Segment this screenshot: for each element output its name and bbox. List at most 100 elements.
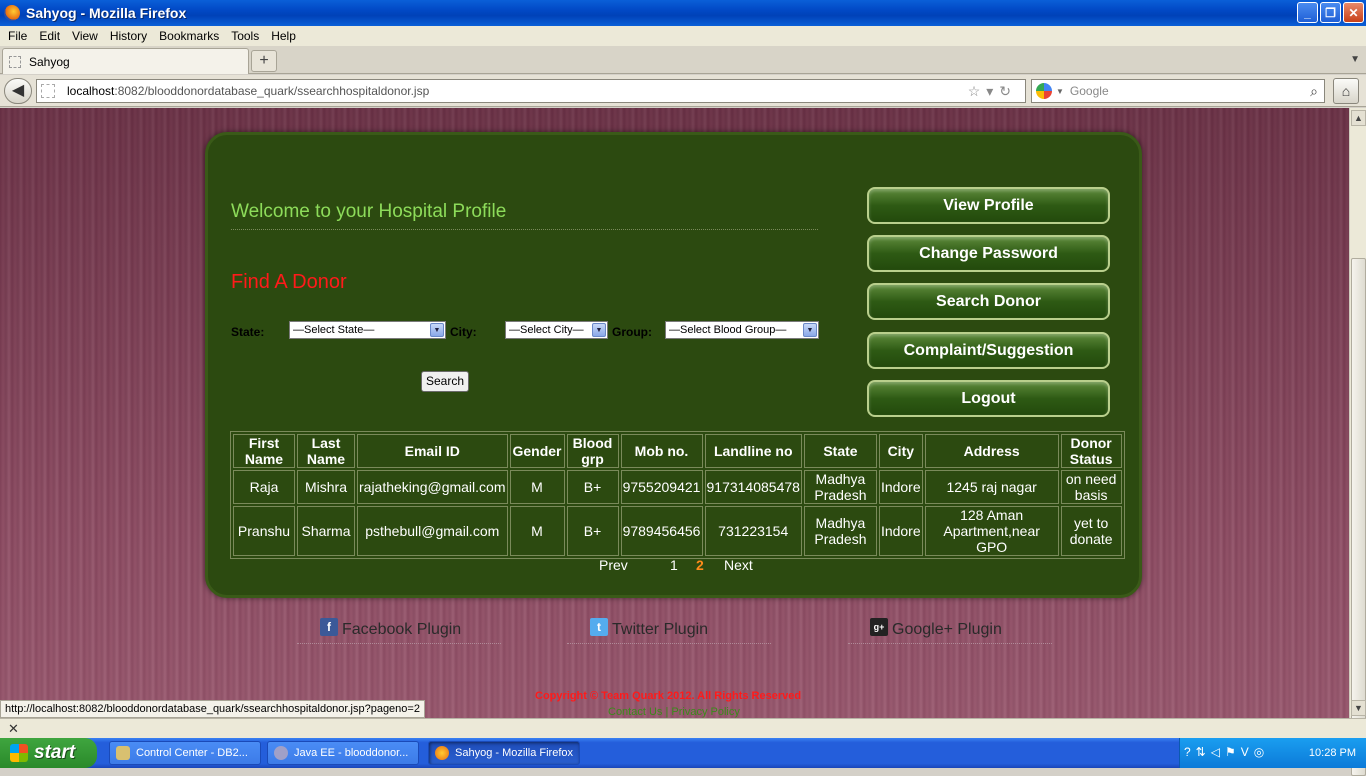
complaint-suggestion-button[interactable]: Complaint/Suggestion	[867, 332, 1110, 369]
search-bar[interactable]: ▼ Google ⌕	[1031, 79, 1325, 103]
blood-group-select[interactable]: —Select Blood Group— ▼	[665, 321, 819, 339]
page-favicon-icon	[9, 55, 21, 68]
start-button[interactable]: start	[0, 738, 97, 768]
twitter-plugin-link[interactable]: t Twitter Plugin	[567, 618, 771, 644]
menu-file[interactable]: File	[2, 29, 33, 43]
cell-address: 128 Aman Apartment,near GPO	[924, 506, 1059, 556]
menu-help[interactable]: Help	[265, 29, 302, 43]
google-engine-icon[interactable]	[1036, 83, 1052, 99]
status-link-preview: http://localhost:8082/blooddonordatabase…	[0, 700, 425, 718]
windows-taskbar: start Control Center - DB2... Java EE - …	[0, 738, 1366, 768]
restore-button[interactable]: ❐	[1320, 2, 1341, 23]
scroll-down-icon[interactable]: ▼	[1351, 700, 1366, 716]
minimize-button[interactable]: _	[1297, 2, 1318, 23]
chevron-down-icon[interactable]: ▼	[592, 323, 606, 337]
col-blood-group: Blood grp	[566, 434, 619, 468]
page-2-current: 2	[696, 557, 704, 573]
prev-link[interactable]: Prev	[599, 557, 628, 573]
scrollbar-thumb[interactable]	[1351, 258, 1366, 776]
chevron-down-icon[interactable]: ▼	[430, 323, 444, 337]
search-donor-button[interactable]: Search Donor	[867, 283, 1110, 320]
close-addon-bar-icon[interactable]: ✕	[8, 721, 19, 737]
menu-edit[interactable]: Edit	[33, 29, 66, 43]
search-button[interactable]: Search	[421, 371, 469, 392]
page-1-link[interactable]: 1	[670, 557, 678, 573]
bookmark-star-icon[interactable]: ☆▾↻	[968, 83, 1017, 100]
cell-state: Madhya Pradesh	[803, 506, 877, 556]
window-titlebar: Sahyog - Mozilla Firefox _ ❐ ✕	[0, 0, 1366, 26]
back-button[interactable]: ◀	[4, 78, 32, 104]
site-identity-icon[interactable]	[41, 84, 55, 98]
view-profile-button[interactable]: View Profile	[867, 187, 1110, 224]
col-city: City	[878, 434, 923, 468]
page-content: Welcome to your Hospital Profile Find A …	[0, 108, 1349, 718]
next-link[interactable]: Next	[724, 557, 753, 573]
change-password-button[interactable]: Change Password	[867, 235, 1110, 272]
taskbar-item-label: Sahyog - Mozilla Firefox	[455, 747, 573, 759]
state-select[interactable]: —Select State— ▼	[289, 321, 446, 339]
cell-email: psthebull@gmail.com	[357, 506, 508, 556]
cell-landline: 917314085478	[704, 470, 802, 504]
cell-donor-status: yet to donate	[1060, 506, 1122, 556]
cell-state: Madhya Pradesh	[803, 470, 877, 504]
cell-last-name: Sharma	[297, 506, 355, 556]
taskbar-item-label: Java EE - blooddonor...	[294, 747, 409, 759]
col-donor-status: Donor Status	[1060, 434, 1122, 468]
col-mobile: Mob no.	[620, 434, 703, 468]
taskbar-item-java-ee[interactable]: Java EE - blooddonor...	[267, 741, 419, 765]
vertical-scrollbar[interactable]: ▲ ▼	[1349, 108, 1366, 776]
tray-icons[interactable]: ?⇅◁⚑V◎	[1184, 745, 1269, 759]
navigation-toolbar: ◀ localhost:8082/blooddonordatabase_quar…	[0, 75, 1366, 107]
addon-bar: ✕	[0, 718, 1366, 738]
facebook-plugin-link[interactable]: f Facebook Plugin	[297, 618, 501, 644]
url-bar[interactable]: localhost:8082/blooddonordatabase_quark/…	[36, 79, 1026, 103]
menu-history[interactable]: History	[104, 29, 153, 43]
state-label: State:	[231, 325, 265, 339]
taskbar-item-control-center[interactable]: Control Center - DB2...	[109, 741, 261, 765]
city-select[interactable]: —Select City— ▼	[505, 321, 608, 339]
cell-city: Indore	[878, 470, 923, 504]
welcome-divider	[231, 229, 818, 230]
google-plus-plugin-link[interactable]: g+ Google+ Plugin	[848, 618, 1052, 644]
search-icon[interactable]: ⌕	[1310, 83, 1318, 100]
menu-bookmarks[interactable]: Bookmarks	[153, 29, 225, 43]
facebook-icon: f	[320, 618, 338, 636]
table-header-row: First Name Last Name Email ID Gender Blo…	[233, 434, 1122, 468]
url-host: localhost	[67, 84, 115, 98]
cell-donor-status: on need basis	[1060, 470, 1122, 504]
state-select-value: —Select State—	[293, 324, 375, 336]
cell-first-name: Raja	[233, 470, 295, 504]
home-button[interactable]: ⌂	[1333, 78, 1359, 104]
system-tray: ?⇅◁⚑V◎ 10:28 PM	[1179, 738, 1366, 768]
col-landline: Landline no	[704, 434, 802, 468]
chevron-down-icon[interactable]: ▼	[803, 323, 817, 337]
search-input[interactable]: Google	[1070, 84, 1310, 98]
profile-panel: Welcome to your Hospital Profile Find A …	[205, 132, 1142, 598]
close-button[interactable]: ✕	[1343, 2, 1364, 23]
donor-table: First Name Last Name Email ID Gender Blo…	[230, 431, 1125, 559]
cell-gender: M	[509, 506, 565, 556]
menu-view[interactable]: View	[66, 29, 104, 43]
engine-dropdown-icon[interactable]: ▼	[1056, 87, 1064, 96]
google-plus-plugin-label: Google+ Plugin	[892, 621, 1002, 638]
col-gender: Gender	[509, 434, 565, 468]
windows-logo-icon	[10, 744, 28, 762]
taskbar-item-firefox[interactable]: Sahyog - Mozilla Firefox	[428, 741, 580, 765]
contact-privacy-links[interactable]: Contact Us | Privacy Policy	[608, 706, 740, 718]
city-label: City:	[450, 325, 477, 339]
blood-group-select-value: —Select Blood Group—	[669, 324, 787, 336]
cell-first-name: Pranshu	[233, 506, 295, 556]
tab-label: Sahyog	[29, 54, 70, 69]
tab-list-chevron-icon[interactable]: ▼	[1350, 54, 1360, 65]
new-tab-button[interactable]: +	[251, 50, 277, 72]
window-title: Sahyog - Mozilla Firefox	[26, 5, 187, 21]
scroll-up-icon[interactable]: ▲	[1351, 110, 1366, 126]
menu-bar: File Edit View History Bookmarks Tools H…	[0, 26, 1366, 46]
col-address: Address	[924, 434, 1059, 468]
tab-sahyog[interactable]: Sahyog	[2, 48, 249, 74]
menu-tools[interactable]: Tools	[225, 29, 265, 43]
logout-button[interactable]: Logout	[867, 380, 1110, 417]
control-center-icon	[116, 746, 130, 760]
google-plus-icon: g+	[870, 618, 888, 636]
clock: 10:28 PM	[1308, 747, 1356, 759]
